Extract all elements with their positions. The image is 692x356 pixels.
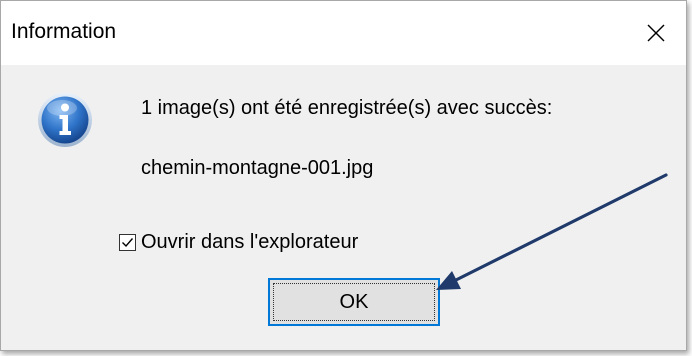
checkbox-box[interactable] [119, 234, 136, 251]
checkbox-label: Ouvrir dans l'explorateur [141, 231, 359, 253]
close-icon [647, 24, 665, 42]
info-icon [38, 93, 92, 147]
open-in-explorer-checkbox[interactable]: Ouvrir dans l'explorateur [119, 231, 358, 254]
ok-button[interactable]: OK [268, 278, 440, 326]
page: Information 1 image(s) ont été enregistr… [0, 0, 692, 356]
saved-filename: chemin-montagne-001.jpg [141, 157, 374, 179]
success-message: 1 image(s) ont été enregistrée(s) avec s… [141, 97, 553, 119]
window-title: Information [11, 20, 117, 43]
ok-button-label: OK [339, 290, 369, 313]
title-bar: Information [1, 1, 686, 65]
close-button[interactable] [626, 1, 686, 65]
information-dialog: Information 1 image(s) ont été enregistr… [0, 0, 687, 351]
checkmark-icon [122, 238, 134, 248]
